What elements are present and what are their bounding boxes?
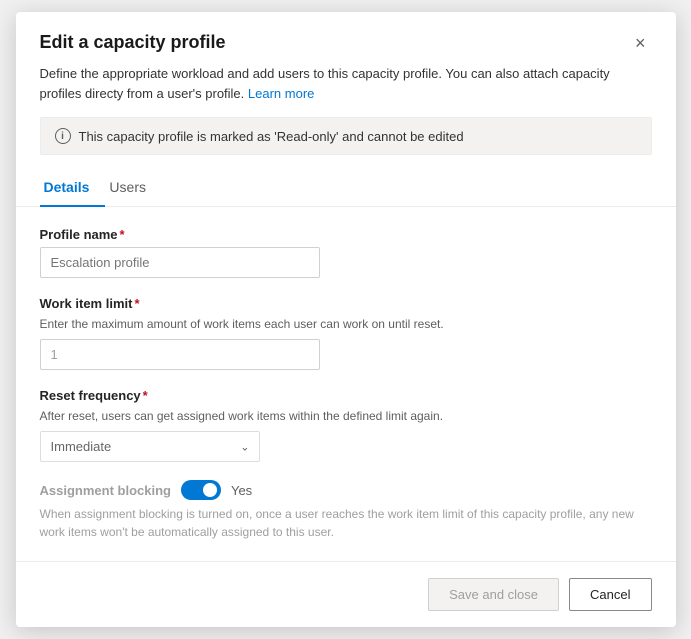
work-item-limit-label: Work item limit*	[40, 296, 652, 311]
dialog-header: Edit a capacity profile ×	[16, 12, 676, 64]
reset-frequency-label: Reset frequency*	[40, 388, 652, 403]
dialog-subtitle: Define the appropriate workload and add …	[16, 64, 676, 117]
assignment-blocking-status: Yes	[231, 483, 252, 498]
info-icon: i	[55, 128, 71, 144]
reset-frequency-group: Reset frequency* After reset, users can …	[40, 388, 652, 462]
reset-frequency-select[interactable]: ImmediateDailyWeeklyMonthly	[40, 431, 260, 462]
profile-name-group: Profile name*	[40, 227, 652, 278]
tab-users[interactable]: Users	[105, 171, 162, 207]
notice-bar: i This capacity profile is marked as 'Re…	[40, 117, 652, 155]
cancel-button[interactable]: Cancel	[569, 578, 651, 611]
dialog-body: Profile name* Work item limit* Enter the…	[16, 207, 676, 561]
close-button[interactable]: ×	[629, 32, 652, 54]
reset-frequency-hint: After reset, users can get assigned work…	[40, 409, 652, 423]
assignment-blocking-toggle-row: Assignment blocking Yes	[40, 480, 652, 500]
work-item-limit-input[interactable]	[40, 339, 320, 370]
work-item-limit-hint: Enter the maximum amount of work items e…	[40, 317, 652, 331]
assignment-blocking-toggle[interactable]	[181, 480, 221, 500]
tab-bar: Details Users	[16, 155, 676, 207]
assignment-blocking-group: Assignment blocking Yes When assignment …	[40, 480, 652, 541]
assignment-blocking-label: Assignment blocking	[40, 483, 171, 498]
profile-name-label: Profile name*	[40, 227, 652, 242]
profile-name-input[interactable]	[40, 247, 320, 278]
dialog-title: Edit a capacity profile	[40, 32, 226, 53]
learn-more-link[interactable]: Learn more	[248, 86, 314, 101]
edit-capacity-profile-dialog: Edit a capacity profile × Define the app…	[16, 12, 676, 627]
save-and-close-button[interactable]: Save and close	[428, 578, 559, 611]
tab-details[interactable]: Details	[40, 171, 106, 207]
dialog-footer: Save and close Cancel	[16, 561, 676, 627]
assignment-blocking-hint: When assignment blocking is turned on, o…	[40, 505, 652, 541]
work-item-limit-group: Work item limit* Enter the maximum amoun…	[40, 296, 652, 370]
reset-frequency-select-wrapper: ImmediateDailyWeeklyMonthly ⌄	[40, 431, 260, 462]
notice-text: This capacity profile is marked as 'Read…	[79, 129, 464, 144]
